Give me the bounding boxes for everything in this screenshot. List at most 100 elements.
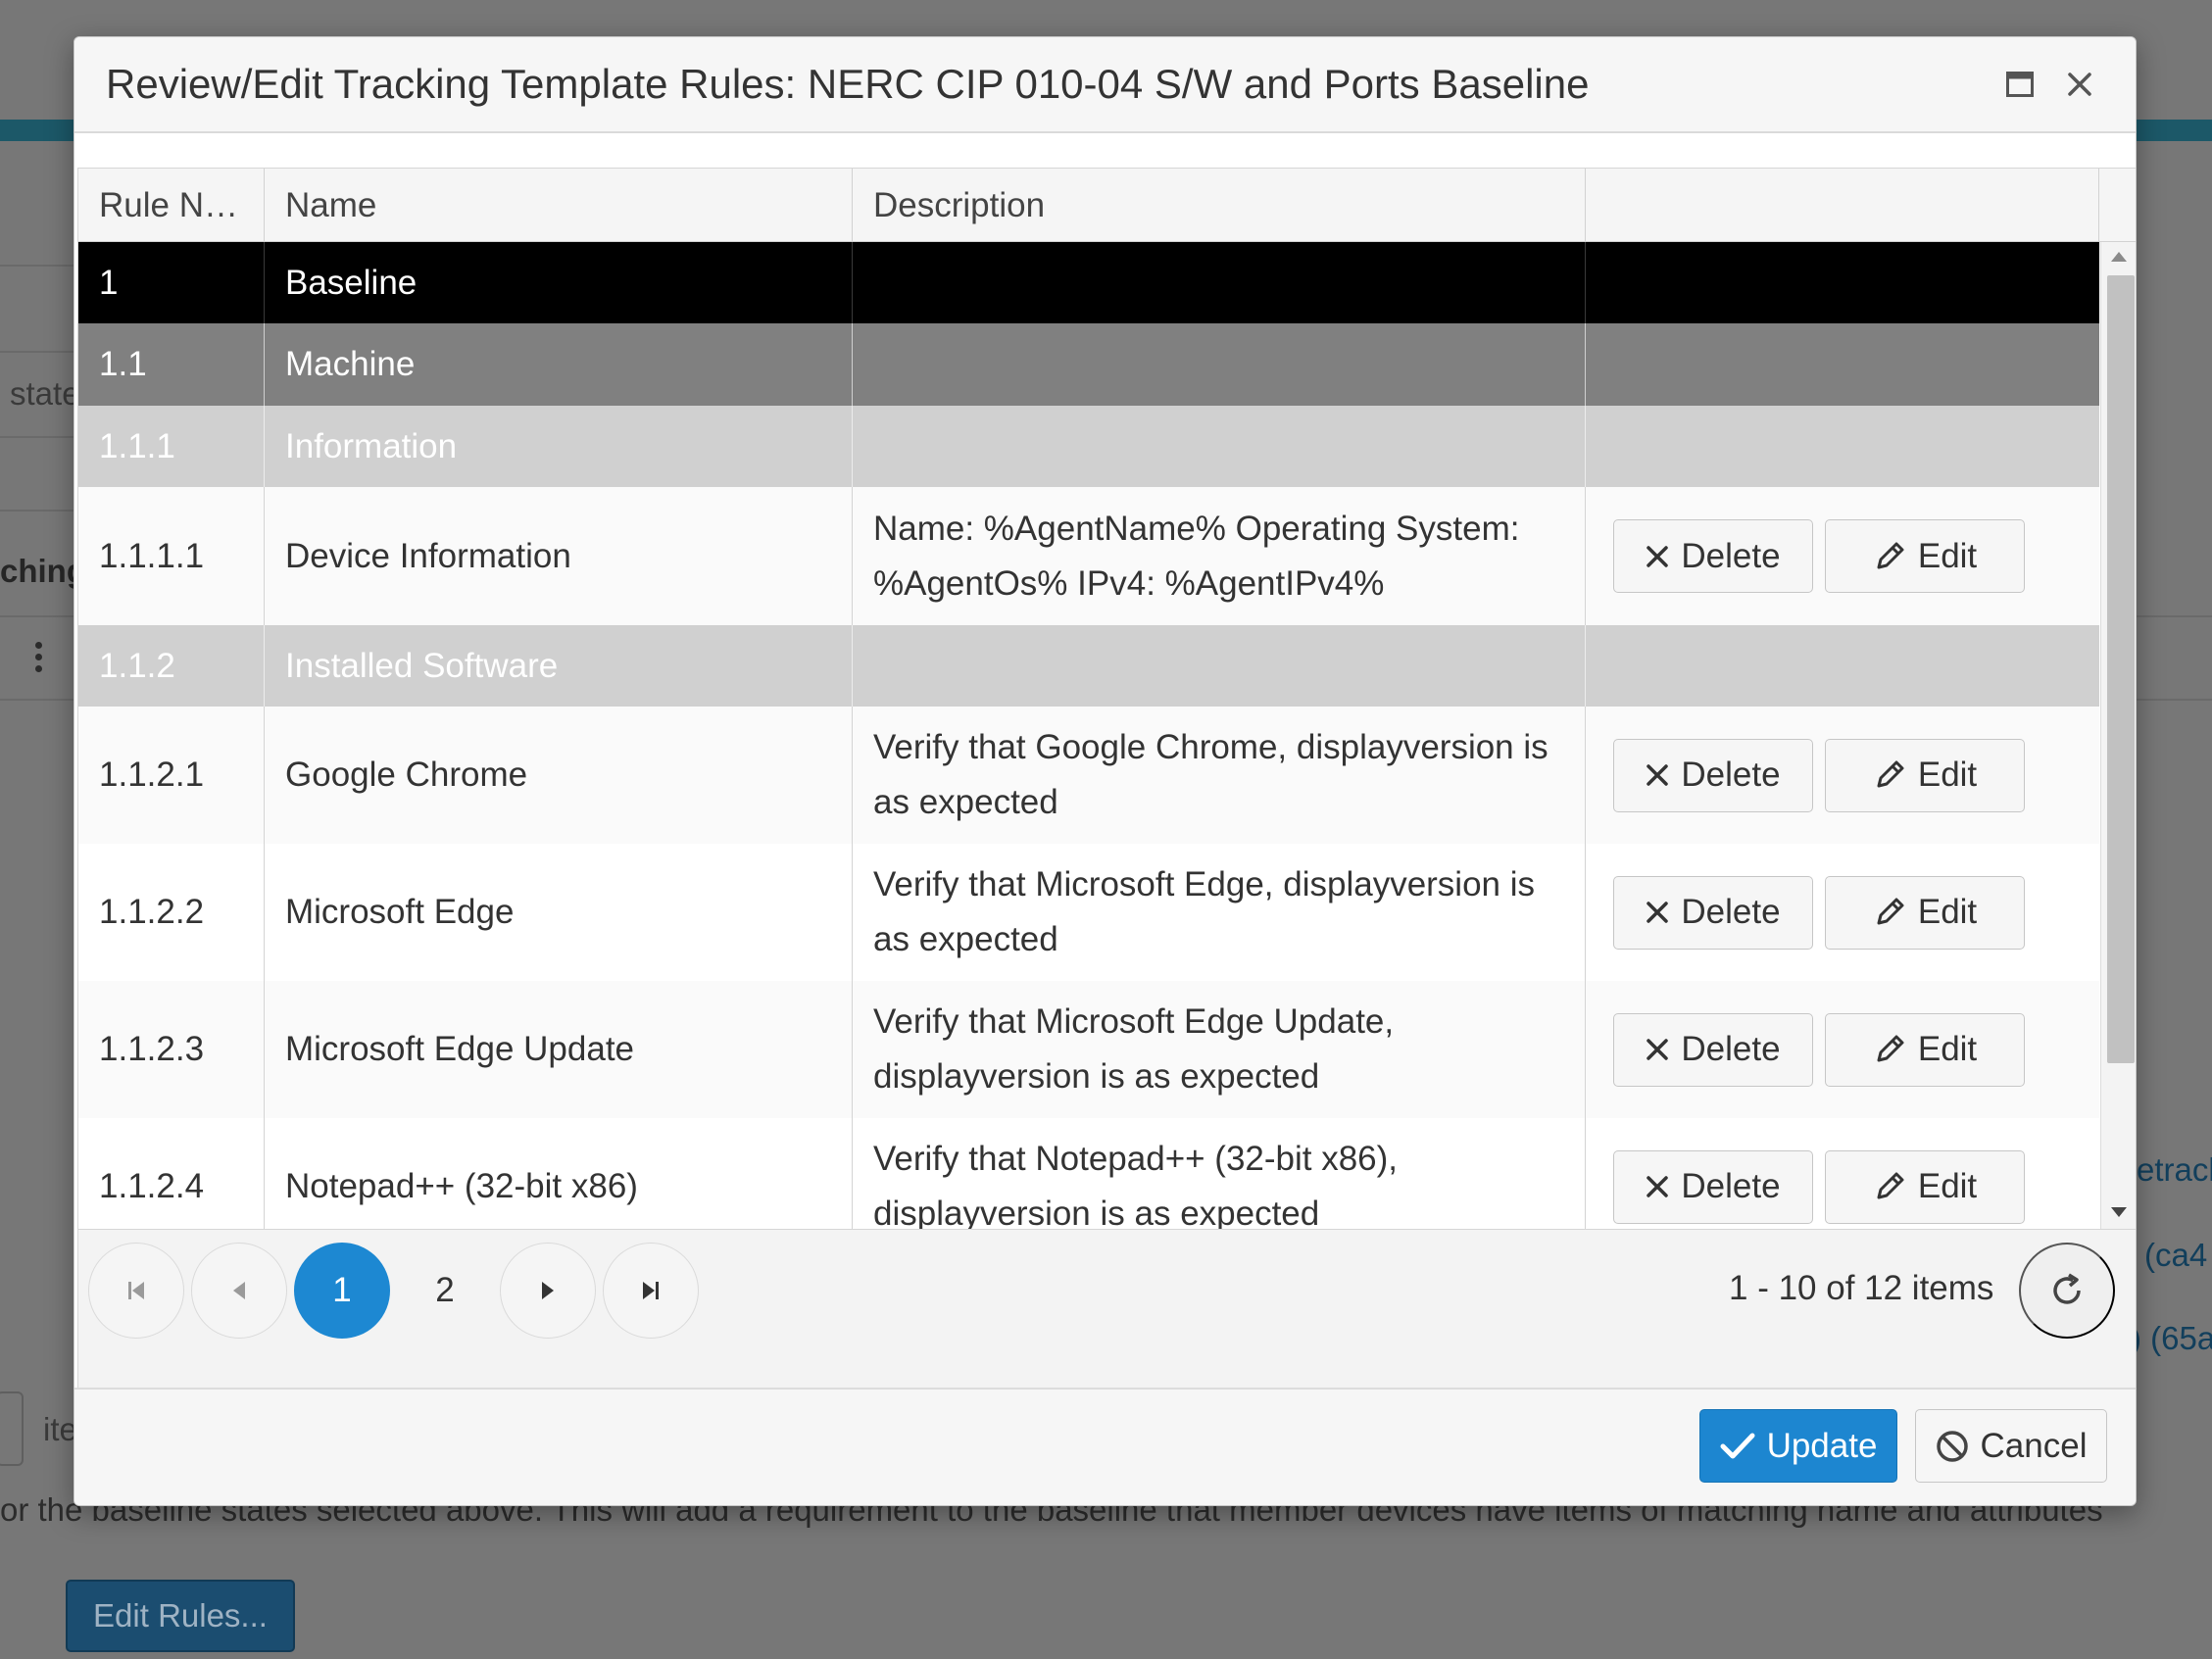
rule-number-cell: 1.1.2.3 bbox=[78, 981, 265, 1118]
edit-button[interactable]: Edit bbox=[1825, 875, 2025, 950]
rule-actions-cell bbox=[1586, 323, 2099, 406]
rule-description-cell: Name: %AgentName% Operating System: %Age… bbox=[853, 487, 1586, 625]
table-row[interactable]: 1.1.1.1 Device Information Name: %AgentN… bbox=[78, 487, 2099, 625]
rule-description-cell: Verify that Google Chrome, displayversio… bbox=[853, 707, 1586, 844]
delete-label: Delete bbox=[1681, 893, 1781, 931]
delete-label: Delete bbox=[1681, 756, 1781, 794]
rule-number-cell: 1.1.1 bbox=[78, 406, 265, 487]
page-1-button[interactable]: 1 bbox=[294, 1243, 390, 1339]
last-page-button[interactable] bbox=[603, 1243, 699, 1339]
background-tracking-link[interactable]: etrack bbox=[2137, 1151, 2212, 1189]
close-icon bbox=[1647, 764, 1669, 786]
background-divider bbox=[0, 510, 78, 512]
next-page-icon bbox=[542, 1282, 554, 1299]
table-row[interactable]: 1.1.2.2 Microsoft Edge Verify that Micro… bbox=[78, 844, 2099, 981]
background-page-size-select[interactable] bbox=[0, 1391, 24, 1466]
checkmark-icon bbox=[1720, 1433, 1755, 1458]
rule-actions-cell: Delete Edit bbox=[1586, 1118, 2099, 1229]
rule-description-cell: Verify that Microsoft Edge Update, displ… bbox=[853, 981, 1586, 1118]
page-2-button[interactable]: 2 bbox=[397, 1243, 493, 1339]
cancel-label: Cancel bbox=[1980, 1426, 2088, 1465]
cancel-icon bbox=[1936, 1430, 1968, 1462]
next-page-button[interactable] bbox=[500, 1243, 596, 1339]
refresh-icon bbox=[2053, 1273, 2081, 1304]
rule-description-cell bbox=[853, 406, 1586, 487]
edit-label: Edit bbox=[1917, 536, 1978, 575]
rule-actions-cell bbox=[1586, 406, 2099, 487]
edit-button[interactable]: Edit bbox=[1825, 1149, 2025, 1224]
column-header-actions bbox=[1586, 169, 2099, 242]
rule-name-cell: Machine bbox=[265, 323, 853, 406]
column-header-rule-number[interactable]: Rule N… bbox=[78, 169, 265, 242]
close-icon bbox=[1647, 1039, 1669, 1060]
table-row[interactable]: 1.1.1 Information bbox=[78, 406, 2099, 487]
edit-button[interactable]: Edit bbox=[1825, 1012, 2025, 1087]
edit-button[interactable]: Edit bbox=[1825, 519, 2025, 593]
rule-actions-cell bbox=[1586, 242, 2099, 323]
table-row[interactable]: 1.1.2.4 Notepad++ (32-bit x86) Verify th… bbox=[78, 1118, 2099, 1229]
column-header-description[interactable]: Description bbox=[853, 169, 1586, 242]
rule-number-cell: 1.1.1.1 bbox=[78, 487, 265, 625]
rule-number-cell: 1.1.2 bbox=[78, 625, 265, 707]
first-page-icon bbox=[128, 1282, 144, 1299]
table-row[interactable]: 1 Baseline bbox=[78, 242, 2099, 323]
dialog-header: Review/Edit Tracking Template Rules: NER… bbox=[74, 37, 2136, 133]
first-page-button[interactable] bbox=[88, 1243, 184, 1339]
background-item-link[interactable]: (ca4 bbox=[2144, 1237, 2207, 1274]
rule-name-cell: Notepad++ (32-bit x86) bbox=[265, 1118, 853, 1229]
table-row[interactable]: 1.1.2.3 Microsoft Edge Update Verify tha… bbox=[78, 981, 2099, 1118]
rule-number-cell: 1.1.2.1 bbox=[78, 707, 265, 844]
refresh-button[interactable] bbox=[2019, 1243, 2115, 1339]
rule-number-cell: 1.1.2.4 bbox=[78, 1118, 265, 1229]
cancel-button[interactable]: Cancel bbox=[1915, 1409, 2107, 1483]
delete-label: Delete bbox=[1681, 1030, 1781, 1068]
dialog-footer: Update Cancel bbox=[74, 1388, 2136, 1505]
vertical-scrollbar[interactable] bbox=[2100, 242, 2136, 1229]
update-button[interactable]: Update bbox=[1699, 1409, 1897, 1483]
scroll-up-arrow-icon[interactable] bbox=[2111, 252, 2127, 262]
edit-label: Edit bbox=[1917, 756, 1978, 794]
background-item-link[interactable]: ) (65a bbox=[2131, 1320, 2212, 1357]
delete-button[interactable]: Delete bbox=[1613, 1012, 1813, 1087]
table-row[interactable]: 1.1.2.1 Google Chrome Verify that Google… bbox=[78, 707, 2099, 844]
background-items-label: ite bbox=[43, 1411, 77, 1447]
edit-rules-button[interactable]: Edit Rules... bbox=[66, 1580, 295, 1652]
pencil-icon bbox=[1877, 1172, 1904, 1199]
rule-description-cell: Verify that Notepad++ (32-bit x86), disp… bbox=[853, 1118, 1586, 1229]
dialog-title: Review/Edit Tracking Template Rules: NER… bbox=[106, 61, 1590, 107]
previous-page-button[interactable] bbox=[191, 1243, 287, 1339]
background-divider bbox=[0, 436, 78, 438]
table-row[interactable]: 1.1.2 Installed Software bbox=[78, 625, 2099, 707]
rule-name-cell: Installed Software bbox=[265, 625, 853, 707]
delete-button[interactable]: Delete bbox=[1613, 738, 1813, 812]
edit-rules-dialog: Review/Edit Tracking Template Rules: NER… bbox=[74, 36, 2137, 1506]
rule-description-cell bbox=[853, 625, 1586, 707]
grid-header: Rule N… Name Description bbox=[78, 169, 2136, 242]
scroll-down-arrow-icon[interactable] bbox=[2111, 1207, 2127, 1217]
rule-name-cell: Google Chrome bbox=[265, 707, 853, 844]
last-page-icon bbox=[643, 1282, 659, 1299]
delete-button[interactable]: Delete bbox=[1613, 875, 1813, 950]
delete-button[interactable]: Delete bbox=[1613, 1149, 1813, 1224]
rule-name-cell: Microsoft Edge bbox=[265, 844, 853, 981]
edit-button[interactable]: Edit bbox=[1825, 738, 2025, 812]
rule-actions-cell: Delete Edit bbox=[1586, 487, 2099, 625]
scrollbar-thumb[interactable] bbox=[2107, 275, 2135, 1063]
background-divider bbox=[0, 351, 78, 353]
background-divider bbox=[0, 265, 78, 267]
edit-label: Edit bbox=[1917, 1030, 1978, 1068]
delete-label: Delete bbox=[1681, 1167, 1781, 1205]
rule-actions-cell: Delete Edit bbox=[1586, 707, 2099, 844]
rule-number-cell: 1.1 bbox=[78, 323, 265, 406]
delete-button[interactable]: Delete bbox=[1613, 519, 1813, 593]
close-icon[interactable] bbox=[2058, 63, 2101, 106]
rule-name-cell: Baseline bbox=[265, 242, 853, 323]
table-row[interactable]: 1.1 Machine bbox=[78, 323, 2099, 406]
kebab-menu-icon[interactable] bbox=[33, 642, 43, 677]
close-icon bbox=[1647, 902, 1669, 923]
column-header-name[interactable]: Name bbox=[265, 169, 853, 242]
edit-label: Edit bbox=[1917, 893, 1978, 931]
rule-description-cell bbox=[853, 323, 1586, 406]
maximize-icon[interactable] bbox=[1998, 63, 2041, 106]
rule-description-cell bbox=[853, 242, 1586, 323]
